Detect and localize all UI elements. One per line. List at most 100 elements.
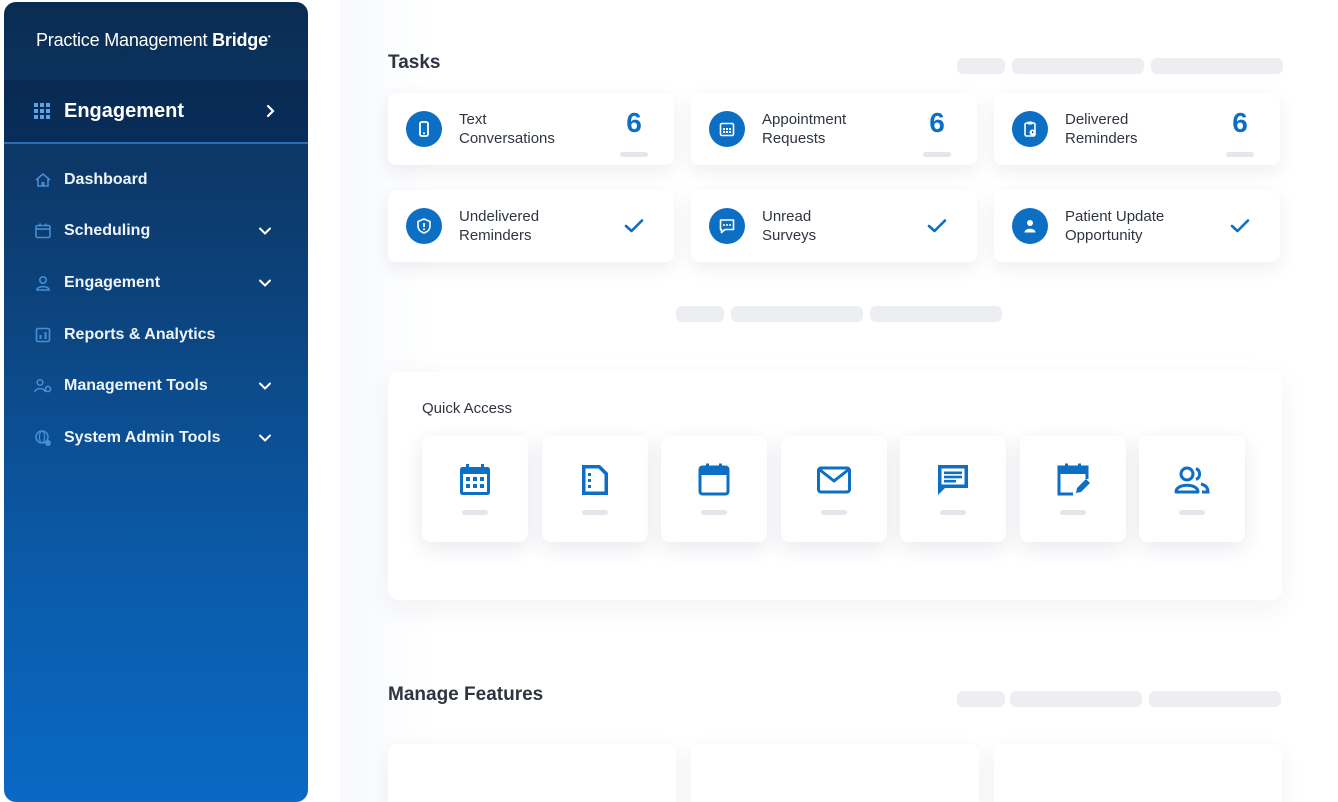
quick-access-tile-documents[interactable] <box>541 436 648 542</box>
placeholder-bar <box>676 306 724 322</box>
task-label-line: Appointment <box>762 111 847 128</box>
brand-name: Practice Management <box>36 30 208 50</box>
sidebar-item-dashboard[interactable]: Dashboard <box>4 154 308 206</box>
brand-mark: • <box>267 32 271 41</box>
placeholder-bar <box>1059 510 1086 515</box>
task-label-line: Surveys <box>762 227 817 244</box>
report-icon <box>35 327 51 342</box>
sidebar-nav: Dashboard Scheduling Engagement Reports … <box>4 154 308 464</box>
main-content: Tasks Text Conversations 6 Appointment R… <box>340 0 1338 802</box>
task-count-wrap: 6 <box>1220 104 1260 157</box>
placeholder-bar <box>820 510 847 515</box>
task-count-wrap: 6 <box>917 104 957 157</box>
sidebar-item-label: Management Tools <box>64 377 208 395</box>
sidebar-item-label: Scheduling <box>64 222 151 240</box>
quick-access-tile-users[interactable] <box>1139 436 1245 542</box>
quick-access-tile-schedule-edit[interactable] <box>1019 436 1126 542</box>
task-label: Text Conversations <box>459 110 614 148</box>
calendar-icon <box>35 223 51 239</box>
sidebar-item-label: Reports & Analytics <box>64 325 216 343</box>
sidebar-section-header[interactable]: Engagement <box>4 80 308 144</box>
placeholder-bar <box>581 510 608 515</box>
task-card-appointment-requests[interactable]: Appointment Requests 6 <box>691 93 977 165</box>
placeholder-bar <box>1151 58 1283 74</box>
tasks-title: Tasks <box>388 52 441 73</box>
task-label-line: Undelivered <box>459 208 540 225</box>
task-card-text-conversations[interactable]: Text Conversations 6 <box>388 93 674 165</box>
placeholder-bar <box>462 510 488 515</box>
shield-alert-icon <box>406 208 442 244</box>
document-icon <box>581 465 608 495</box>
placeholder-bar <box>923 152 951 157</box>
sidebar-section-title: Engagement <box>64 99 185 122</box>
sidebar-item-system-admin[interactable]: System Admin Tools <box>4 412 308 464</box>
placeholder-bar <box>1012 58 1144 74</box>
users-cog-icon <box>34 379 52 393</box>
chat-dots-icon <box>709 208 745 244</box>
sidebar: Practice Management Bridge• Engagement D… <box>4 2 308 802</box>
placeholder-bar <box>957 691 1005 707</box>
placeholder-bar <box>1179 510 1205 515</box>
placeholder-bar <box>940 510 966 515</box>
calendar-icon <box>698 463 730 496</box>
placeholder-bar <box>1010 691 1142 707</box>
sidebar-item-scheduling[interactable]: Scheduling <box>4 206 308 258</box>
feature-card[interactable] <box>691 744 979 802</box>
admin-globe-icon <box>35 430 51 446</box>
placeholder-bar <box>620 152 648 157</box>
home-icon <box>35 172 51 187</box>
task-label-line: Patient Update <box>1065 208 1165 225</box>
task-label-line: Reminders <box>459 227 532 244</box>
feature-card[interactable] <box>994 744 1282 802</box>
feature-card[interactable] <box>388 744 676 802</box>
user-icon <box>36 275 50 291</box>
calendar-grid-icon <box>709 111 745 147</box>
task-label-line: Opportunity <box>1065 227 1143 244</box>
chevron-down-icon <box>259 434 271 442</box>
placeholder-bar <box>870 306 1002 322</box>
chevron-down-icon <box>259 227 271 236</box>
placeholder-bar <box>1226 152 1254 157</box>
check-icon <box>917 218 957 234</box>
mail-icon <box>816 466 851 494</box>
quick-access-tile-appointments[interactable] <box>422 436 528 542</box>
placeholder-bar <box>957 58 1005 74</box>
quick-access-tile-calendar[interactable] <box>661 436 767 542</box>
task-card-undelivered-reminders[interactable]: Undelivered Reminders <box>388 190 674 262</box>
brand-logo[interactable]: Practice Management Bridge• <box>36 30 271 51</box>
users-icon <box>1174 466 1210 494</box>
quick-access-title: Quick Access <box>422 400 513 417</box>
sidebar-item-label: Engagement <box>64 273 161 291</box>
phone-icon <box>406 111 442 147</box>
task-card-delivered-reminders[interactable]: Delivered Reminders 6 <box>994 93 1280 165</box>
check-icon <box>1220 218 1260 234</box>
task-card-unread-surveys[interactable]: Unread Surveys <box>691 190 977 262</box>
quick-access-tile-mail[interactable] <box>780 436 887 542</box>
task-count: 6 <box>1232 107 1248 138</box>
sidebar-item-management-tools[interactable]: Management Tools <box>4 360 308 412</box>
placeholder-bar <box>731 306 863 322</box>
chevron-right-icon <box>266 104 275 118</box>
placeholder-bar <box>701 510 727 515</box>
sidebar-item-engagement[interactable]: Engagement <box>4 257 308 309</box>
task-label-line: Conversations <box>459 130 555 147</box>
calendar-edit-icon <box>1057 463 1090 496</box>
quick-access-tile-messages[interactable] <box>900 436 1006 542</box>
task-label-line: Reminders <box>1065 130 1138 147</box>
sidebar-item-label: Dashboard <box>64 170 148 188</box>
person-badge-icon <box>1012 208 1048 244</box>
task-label: Delivered Reminders <box>1065 110 1220 148</box>
task-label-line: Requests <box>762 130 826 147</box>
task-card-patient-update[interactable]: Patient Update Opportunity <box>994 190 1280 262</box>
chevron-down-icon <box>259 279 271 287</box>
message-icon <box>938 465 968 495</box>
task-label-line: Unread <box>762 208 812 225</box>
task-label: Patient Update Opportunity <box>1065 207 1220 245</box>
task-label-line: Delivered <box>1065 111 1129 128</box>
grid-icon <box>34 103 50 119</box>
task-label: Undelivered Reminders <box>459 207 614 245</box>
task-label-line: Text <box>459 111 487 128</box>
sidebar-item-reports[interactable]: Reports & Analytics <box>4 309 308 361</box>
clipboard-clock-icon <box>1012 111 1048 147</box>
task-count: 6 <box>929 107 945 138</box>
